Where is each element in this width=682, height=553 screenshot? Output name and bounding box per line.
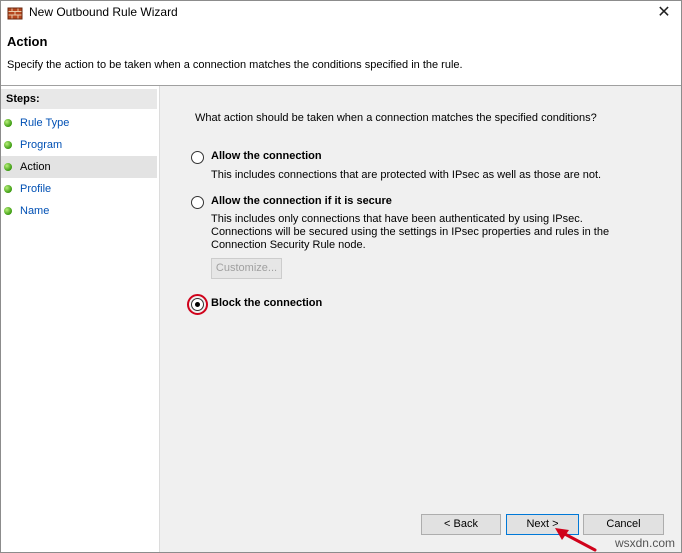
page-title: Action (7, 34, 48, 49)
watermark-text: wsxdn.com (614, 536, 675, 550)
step-name[interactable]: Name (1, 200, 157, 222)
step-program[interactable]: Program (1, 134, 157, 156)
wizard-body: Steps: Rule Type Program Action Profile … (1, 86, 681, 552)
block-connection-label[interactable]: Block the connection (211, 297, 322, 309)
steps-panel: Steps: Rule Type Program Action Profile … (1, 86, 160, 552)
allow-secure-description: This includes only connections that have… (211, 213, 610, 251)
step-label: Name (20, 205, 50, 217)
firewall-wall-icon (7, 5, 23, 21)
step-label: Rule Type (20, 117, 70, 129)
close-icon[interactable]: ✕ (647, 1, 681, 25)
title-bar: New Outbound Rule Wizard ✕ (1, 1, 681, 25)
steps-title: Steps: (1, 89, 157, 109)
step-label: Action (20, 161, 51, 173)
green-dot-icon (4, 163, 12, 171)
allow-connection-description: This includes connections that are prote… (211, 169, 602, 181)
back-button[interactable]: < Back (421, 514, 501, 535)
wizard-header: Action Specify the action to be taken wh… (1, 25, 681, 85)
step-rule-type[interactable]: Rule Type (1, 112, 157, 134)
allow-secure-label[interactable]: Allow the connection if it is secure (211, 195, 392, 207)
action-question: What action should be taken when a conne… (195, 112, 597, 124)
main-panel: What action should be taken when a conne… (161, 86, 681, 552)
allow-secure-radio[interactable] (191, 196, 204, 209)
step-profile[interactable]: Profile (1, 178, 157, 200)
green-dot-icon (4, 119, 12, 127)
allow-connection-label[interactable]: Allow the connection (211, 150, 322, 162)
allow-connection-radio[interactable] (191, 151, 204, 164)
block-connection-radio[interactable] (191, 298, 204, 311)
step-label: Profile (20, 183, 52, 195)
green-dot-icon (4, 207, 12, 215)
green-dot-icon (4, 141, 12, 149)
wizard-window: New Outbound Rule Wizard ✕ Action Specif… (0, 0, 682, 553)
window-title: New Outbound Rule Wizard (29, 5, 178, 19)
cancel-button[interactable]: Cancel (583, 514, 664, 535)
customize-button: Customize... (211, 258, 282, 279)
step-action[interactable]: Action (1, 156, 157, 178)
next-button[interactable]: Next > (506, 514, 579, 535)
page-description: Specify the action to be taken when a co… (7, 59, 463, 71)
green-dot-icon (4, 185, 12, 193)
step-label: Program (20, 139, 63, 151)
